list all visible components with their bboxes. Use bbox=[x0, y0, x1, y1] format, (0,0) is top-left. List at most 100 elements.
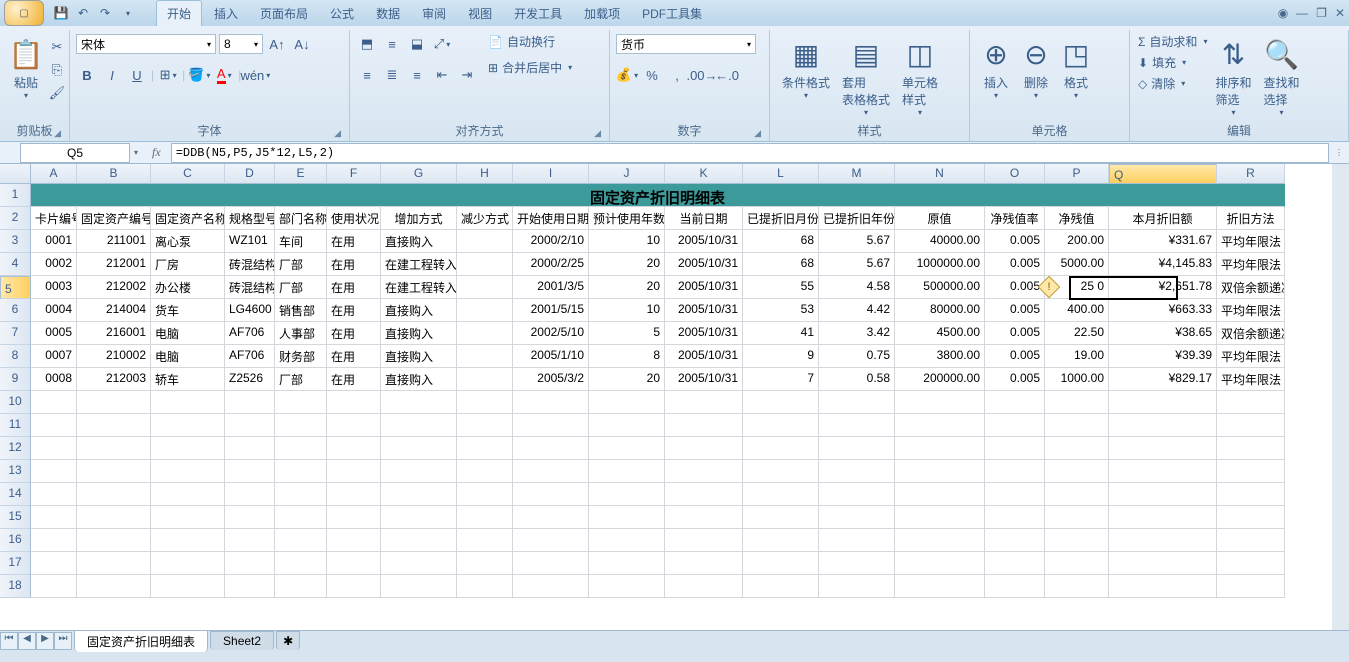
format-painter-icon[interactable]: 🖌 bbox=[46, 82, 68, 104]
cell[interactable]: 2005/10/31 bbox=[665, 230, 743, 253]
cell[interactable]: 办公楼 bbox=[151, 276, 225, 299]
cell[interactable] bbox=[819, 575, 895, 598]
col-header-L[interactable]: L bbox=[743, 164, 819, 184]
cell[interactable] bbox=[895, 460, 985, 483]
cell[interactable] bbox=[513, 460, 589, 483]
cell[interactable] bbox=[225, 529, 275, 552]
cell[interactable]: 20 bbox=[589, 253, 665, 276]
cell[interactable]: AF706 bbox=[225, 345, 275, 368]
cell[interactable] bbox=[589, 460, 665, 483]
cell[interactable] bbox=[589, 483, 665, 506]
row-header-16[interactable]: 16 bbox=[0, 529, 31, 552]
cell[interactable]: 22.50 bbox=[1045, 322, 1109, 345]
cell[interactable] bbox=[225, 575, 275, 598]
dialog-launcher-icon[interactable]: ◢ bbox=[334, 128, 341, 139]
cell[interactable] bbox=[31, 414, 77, 437]
cell[interactable] bbox=[513, 437, 589, 460]
cell[interactable]: 当前日期 bbox=[665, 207, 743, 230]
sort-filter-button[interactable]: ⇅排序和 筛选▾ bbox=[1209, 32, 1257, 119]
cell[interactable]: 车间 bbox=[275, 230, 327, 253]
cell[interactable]: 53 bbox=[743, 299, 819, 322]
cell[interactable] bbox=[77, 552, 151, 575]
cell[interactable]: 2005/1/10 bbox=[513, 345, 589, 368]
cell[interactable] bbox=[1109, 506, 1217, 529]
clear-button[interactable]: ◇清除 bbox=[1136, 74, 1209, 93]
col-header-M[interactable]: M bbox=[819, 164, 895, 184]
row-header-10[interactable]: 10 bbox=[0, 391, 31, 414]
cell[interactable]: 1000.00 bbox=[1045, 368, 1109, 391]
cell[interactable]: 20 bbox=[589, 368, 665, 391]
font-name-select[interactable]: 宋体▾ bbox=[76, 34, 216, 54]
cell[interactable] bbox=[1045, 529, 1109, 552]
cell[interactable] bbox=[743, 483, 819, 506]
cell[interactable] bbox=[665, 483, 743, 506]
cell[interactable] bbox=[895, 437, 985, 460]
cell[interactable] bbox=[457, 368, 513, 391]
cell[interactable]: 2005/10/31 bbox=[665, 368, 743, 391]
new-sheet-icon[interactable]: ✱ bbox=[276, 631, 300, 650]
cell[interactable]: 0.58 bbox=[819, 368, 895, 391]
currency-icon[interactable]: 💰 bbox=[616, 64, 638, 86]
cell[interactable]: 0.005 bbox=[985, 276, 1045, 299]
cell[interactable]: 55 bbox=[743, 276, 819, 299]
cell[interactable] bbox=[381, 529, 457, 552]
cell[interactable] bbox=[513, 506, 589, 529]
col-header-O[interactable]: O bbox=[985, 164, 1045, 184]
cell[interactable]: 80000.00 bbox=[895, 299, 985, 322]
cell[interactable] bbox=[381, 460, 457, 483]
cell[interactable] bbox=[743, 506, 819, 529]
cell[interactable]: 在建工程转入 bbox=[381, 253, 457, 276]
cell[interactable]: 直接购入 bbox=[381, 322, 457, 345]
office-button[interactable]: ▢ bbox=[4, 0, 44, 26]
cell[interactable]: 0.005 bbox=[985, 322, 1045, 345]
cell[interactable] bbox=[1045, 575, 1109, 598]
cell[interactable]: 电脑 bbox=[151, 322, 225, 345]
cell[interactable]: 使用状况 bbox=[327, 207, 381, 230]
cell[interactable] bbox=[819, 552, 895, 575]
merge-cells-button[interactable]: ⊞合并后居中 bbox=[486, 58, 574, 77]
cell[interactable] bbox=[1045, 483, 1109, 506]
ribbon-tab-1[interactable]: 插入 bbox=[204, 1, 248, 26]
cell[interactable]: 财务部 bbox=[275, 345, 327, 368]
insert-cells-button[interactable]: ⊕插入▾ bbox=[976, 32, 1016, 102]
decrease-font-icon[interactable]: A↓ bbox=[291, 33, 313, 55]
cell[interactable] bbox=[895, 529, 985, 552]
cell[interactable] bbox=[151, 414, 225, 437]
cell[interactable]: 平均年限法 bbox=[1217, 299, 1285, 322]
cell[interactable] bbox=[513, 391, 589, 414]
cell[interactable] bbox=[31, 460, 77, 483]
cut-icon[interactable]: ✂ bbox=[46, 36, 68, 58]
cell[interactable]: 开始使用日期 bbox=[513, 207, 589, 230]
cell[interactable]: 9 bbox=[743, 345, 819, 368]
cell[interactable] bbox=[819, 391, 895, 414]
fill-color-icon[interactable]: 🪣 bbox=[188, 64, 210, 86]
cell[interactable] bbox=[743, 437, 819, 460]
cell[interactable]: 直接购入 bbox=[381, 345, 457, 368]
cell[interactable] bbox=[895, 575, 985, 598]
cell[interactable] bbox=[1109, 414, 1217, 437]
cell[interactable] bbox=[743, 414, 819, 437]
row-header-11[interactable]: 11 bbox=[0, 414, 31, 437]
cell[interactable] bbox=[275, 414, 327, 437]
cell[interactable] bbox=[665, 460, 743, 483]
cell[interactable] bbox=[1217, 437, 1285, 460]
cell[interactable] bbox=[895, 414, 985, 437]
ribbon-tab-8[interactable]: 加载项 bbox=[574, 1, 630, 26]
cell[interactable] bbox=[1217, 575, 1285, 598]
cell[interactable] bbox=[1109, 575, 1217, 598]
cell[interactable]: 净残值 bbox=[1045, 207, 1109, 230]
row-header-6[interactable]: 6 bbox=[0, 299, 31, 322]
cell[interactable] bbox=[1217, 529, 1285, 552]
fill-button[interactable]: ⬇填充 bbox=[1136, 53, 1209, 72]
cell[interactable] bbox=[589, 506, 665, 529]
cell[interactable] bbox=[1045, 391, 1109, 414]
cell[interactable] bbox=[985, 529, 1045, 552]
cell[interactable] bbox=[275, 506, 327, 529]
col-header-J[interactable]: J bbox=[589, 164, 665, 184]
row-header-14[interactable]: 14 bbox=[0, 483, 31, 506]
cell[interactable] bbox=[225, 391, 275, 414]
col-header-C[interactable]: C bbox=[151, 164, 225, 184]
undo-icon[interactable]: ↶ bbox=[74, 4, 92, 22]
ribbon-tab-4[interactable]: 数据 bbox=[366, 1, 410, 26]
cell[interactable] bbox=[743, 575, 819, 598]
